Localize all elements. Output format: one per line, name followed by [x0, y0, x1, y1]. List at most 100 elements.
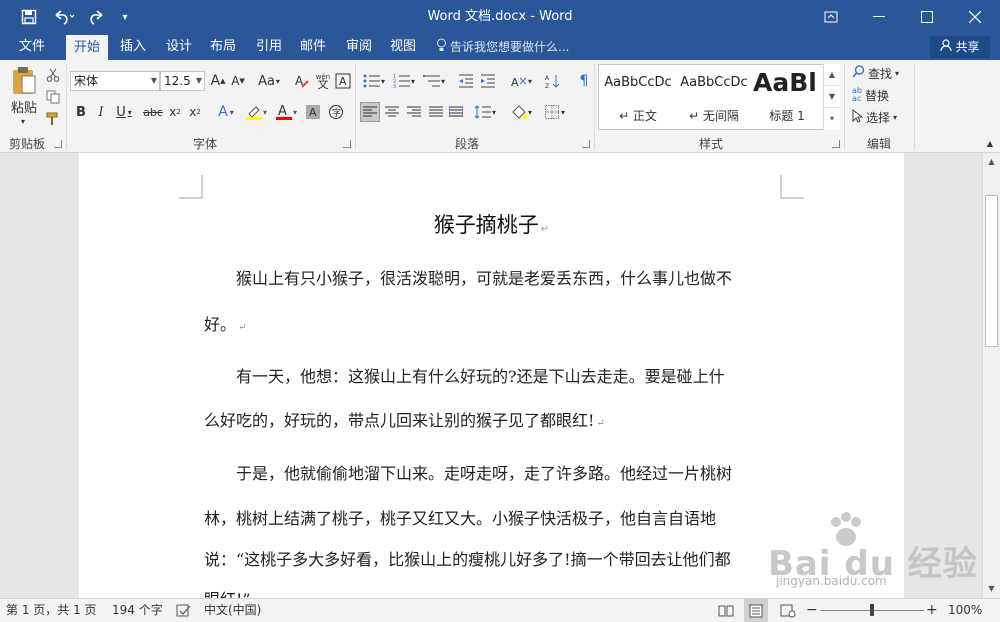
- align-center-icon[interactable]: [382, 102, 402, 122]
- style-item-heading-1[interactable]: AaBl 标题 1: [753, 65, 821, 129]
- page-count[interactable]: 第 1 页，共 1 页: [6, 599, 97, 622]
- underline-icon[interactable]: U ▾: [112, 102, 136, 122]
- style-item-no-spacing[interactable]: AaBbCcDc ↵ 无间隔: [677, 65, 751, 129]
- bullets-icon[interactable]: ▾: [360, 71, 388, 91]
- tell-me-box[interactable]: 告诉我您想要做什么...: [436, 34, 569, 60]
- styles-scroll-down-icon[interactable]: ▼: [824, 86, 840, 108]
- text-effects-icon[interactable]: A ▾: [212, 102, 240, 122]
- sort-icon[interactable]: AZ: [542, 71, 564, 91]
- strikethrough-icon[interactable]: abc: [142, 102, 164, 122]
- enclose-characters-icon[interactable]: 字: [326, 102, 346, 122]
- shading-icon[interactable]: ▾: [506, 102, 536, 122]
- show-formatting-marks-icon[interactable]: ¶: [574, 71, 594, 91]
- tab-view[interactable]: 视图: [382, 34, 424, 60]
- multilevel-list-icon[interactable]: ▾: [420, 71, 448, 91]
- zoom-level[interactable]: 100%: [948, 599, 982, 622]
- paste-icon[interactable]: [8, 64, 40, 98]
- decrease-indent-icon[interactable]: [456, 71, 476, 91]
- print-layout-icon[interactable]: [744, 599, 768, 622]
- chevron-down-icon[interactable]: ▼: [196, 72, 202, 90]
- word-count[interactable]: 194 个字: [112, 599, 163, 622]
- justify-icon[interactable]: [426, 102, 446, 122]
- line-spacing-icon[interactable]: ▾: [470, 102, 500, 122]
- superscript-icon[interactable]: x2: [186, 102, 204, 122]
- copy-icon[interactable]: [44, 88, 62, 106]
- zoom-in-icon[interactable]: +: [926, 599, 938, 622]
- numbering-icon[interactable]: 1 2 3 ▾: [390, 71, 418, 91]
- subscript-icon[interactable]: x2: [166, 102, 184, 122]
- document-line[interactable]: 眼红!”: [204, 586, 784, 598]
- document-line[interactable]: 好。 ↵: [204, 311, 784, 335]
- style-item-normal[interactable]: AaBbCcDc ↵ 正文: [601, 65, 675, 129]
- tab-references[interactable]: 引用: [248, 34, 290, 60]
- document-line[interactable]: 么好吃的，好玩的，带点儿回来让别的猴子见了都眼红! ↵: [204, 407, 784, 431]
- share-button[interactable]: 共享: [930, 36, 990, 58]
- chevron-down-icon[interactable]: ▼: [151, 72, 157, 90]
- zoom-thumb[interactable]: [870, 604, 874, 616]
- document-area[interactable]: 猴子摘桃子 ↵ 猴山上有只小猴子，很活泼聪明，可就是老爱丢东西，什么事儿也做不 好…: [0, 153, 982, 598]
- ribbon-display-options-icon[interactable]: [808, 0, 854, 34]
- scroll-down-icon[interactable]: ▼: [983, 580, 1000, 597]
- document-line[interactable]: 说：“这桃子多大多好看，比猴山上的瘦桃儿好多了!摘一个带回去让他们都: [204, 546, 784, 570]
- asian-layout-icon[interactable]: A ▾: [506, 71, 536, 91]
- styles-scroll-up-icon[interactable]: ▲: [824, 64, 840, 86]
- change-case-button[interactable]: Aa ▾: [254, 71, 284, 91]
- language-indicator[interactable]: 中文(中国): [204, 599, 261, 622]
- cut-icon[interactable]: [44, 66, 62, 84]
- align-left-icon[interactable]: [360, 102, 380, 122]
- tab-insert[interactable]: 插入: [112, 34, 154, 60]
- format-painter-icon[interactable]: [44, 110, 62, 128]
- styles-more-icon[interactable]: ▾: [824, 108, 840, 130]
- document-line[interactable]: 有一天，他想：这猴山上有什么好玩的?还是下山去走走。要是碰上什: [204, 363, 784, 387]
- document-page[interactable]: 猴子摘桃子 ↵ 猴山上有只小猴子，很活泼聪明，可就是老爱丢东西，什么事儿也做不 好…: [79, 153, 904, 598]
- document-line[interactable]: 于是，他就偷偷地溜下山来。走呀走呀，走了许多路。他经过一片桃树: [204, 460, 784, 484]
- borders-icon[interactable]: ▾: [540, 102, 570, 122]
- web-layout-icon[interactable]: [780, 599, 796, 622]
- italic-icon[interactable]: I: [92, 102, 110, 122]
- character-border-icon[interactable]: A: [334, 71, 352, 91]
- document-line[interactable]: 林，桃树上结满了桃子，桃子又红又大。小猴子快活极子，他自言自语地: [204, 505, 784, 529]
- read-mode-icon[interactable]: [718, 599, 734, 622]
- vertical-scrollbar[interactable]: ▲ ▼: [982, 153, 1000, 598]
- character-shading-icon[interactable]: A: [304, 102, 322, 122]
- font-launcher-icon[interactable]: [343, 140, 351, 148]
- document-title[interactable]: 猴子摘桃子 ↵: [79, 209, 904, 239]
- grow-font-icon[interactable]: A ▲: [208, 71, 228, 91]
- tab-layout[interactable]: 布局: [202, 34, 244, 60]
- close-icon[interactable]: [952, 0, 998, 34]
- tab-review[interactable]: 审阅: [338, 34, 380, 60]
- clear-formatting-icon[interactable]: A: [292, 71, 312, 91]
- replace-button[interactable]: ab ac 替换: [852, 86, 912, 104]
- bold-icon[interactable]: B: [72, 102, 90, 122]
- font-size-combo[interactable]: 12.5 ▼: [160, 71, 205, 91]
- styles-launcher-icon[interactable]: [832, 140, 840, 148]
- shrink-font-icon[interactable]: A ▼: [228, 71, 248, 91]
- scroll-up-icon[interactable]: ▲: [983, 153, 1000, 170]
- font-color-icon[interactable]: A ▾: [272, 102, 300, 122]
- clipboard-launcher-icon[interactable]: [54, 140, 62, 148]
- highlight-icon[interactable]: ▾: [242, 102, 270, 122]
- paste-button[interactable]: 粘贴: [6, 98, 42, 116]
- ribbon: 粘贴 ▾ 剪贴板 宋体 ▼ 12.5 ▼ A ▲ A ▼ Aa ▾ A wén 文 A …: [0, 60, 1000, 153]
- paragraph-launcher-icon[interactable]: [582, 140, 590, 148]
- proofing-icon[interactable]: [176, 599, 192, 622]
- scroll-thumb[interactable]: [985, 195, 998, 347]
- document-line[interactable]: 猴山上有只小猴子，很活泼聪明，可就是老爱丢东西，什么事儿也做不: [204, 265, 784, 289]
- tab-mailings[interactable]: 邮件: [292, 34, 334, 60]
- zoom-slider[interactable]: [820, 599, 924, 622]
- minimize-icon[interactable]: [856, 0, 902, 34]
- increase-indent-icon[interactable]: [478, 71, 498, 91]
- paste-dropdown-icon[interactable]: ▾: [18, 116, 28, 126]
- find-button[interactable]: 查找 ▾: [852, 64, 912, 82]
- zoom-out-icon[interactable]: −: [806, 599, 818, 622]
- distributed-icon[interactable]: [446, 102, 466, 122]
- phonetic-guide-icon[interactable]: wén 文: [313, 71, 333, 91]
- font-name-combo[interactable]: 宋体 ▼: [70, 71, 160, 91]
- tab-design[interactable]: 设计: [158, 34, 200, 60]
- tab-file[interactable]: 文件: [8, 34, 56, 60]
- collapse-ribbon-icon[interactable]: ▲: [984, 136, 996, 150]
- maximize-icon[interactable]: [904, 0, 950, 34]
- align-right-icon[interactable]: [404, 102, 424, 122]
- select-button[interactable]: 选择 ▾: [852, 108, 912, 126]
- tab-home[interactable]: 开始: [66, 35, 108, 60]
